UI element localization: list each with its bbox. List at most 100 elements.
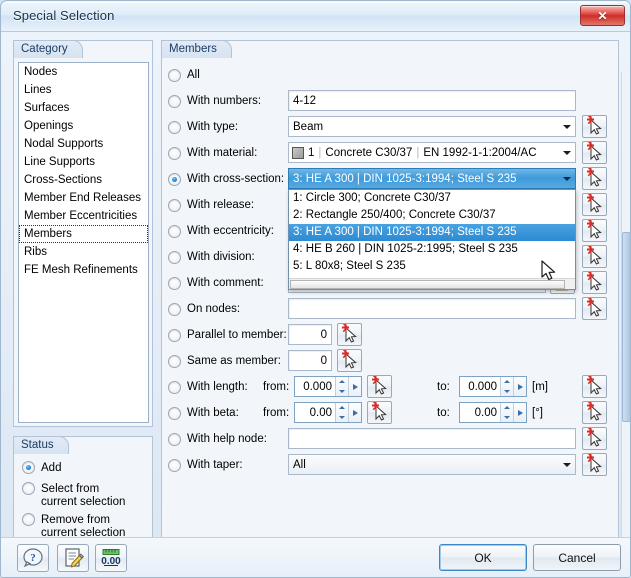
dropdown-hscrollbar[interactable]: [289, 278, 575, 289]
status-option-add[interactable]: Add: [22, 461, 61, 475]
beta-to-apply-icon[interactable]: [513, 403, 526, 422]
pick-on-nodes-button[interactable]: [582, 296, 607, 320]
pick-cross-section-button[interactable]: [582, 166, 607, 190]
chevron-down-icon[interactable]: [558, 143, 575, 162]
edit-button[interactable]: [57, 544, 89, 572]
category-item-line-supports[interactable]: Line Supports: [19, 153, 148, 171]
row-with-help-node-label-wrap[interactable]: With help node:: [168, 428, 267, 450]
close-button[interactable]: ✕: [580, 5, 625, 26]
pick-taper-button[interactable]: [582, 452, 607, 476]
category-item-cross-sections[interactable]: Cross-Sections: [19, 171, 148, 189]
beta-from-spinner[interactable]: 0.00: [294, 402, 362, 423]
length-from-spinner[interactable]: 0.000: [294, 376, 362, 397]
radio-with-cross-section[interactable]: [168, 172, 181, 186]
pick-comment-button[interactable]: [582, 270, 607, 294]
dropdown-option-3[interactable]: 3: HE A 300 | DIN 1025-3:1994; Steel S 2…: [289, 224, 575, 241]
beta-from-apply-icon[interactable]: [348, 403, 361, 422]
on-nodes-input[interactable]: [288, 298, 576, 319]
category-item-nodal-supports[interactable]: Nodal Supports: [19, 135, 148, 153]
length-from-stepper[interactable]: [335, 377, 348, 396]
length-to-spinner[interactable]: 0.000: [459, 376, 527, 397]
row-all-label-wrap[interactable]: All: [168, 64, 200, 86]
radio-with-release[interactable]: [168, 198, 181, 212]
category-item-lines[interactable]: Lines: [19, 81, 148, 99]
pick-help-node-button[interactable]: [582, 426, 607, 450]
cross-section-dropdown-list[interactable]: 1: Circle 300; Concrete C30/37 2: Rectan…: [288, 189, 576, 290]
beta-from-stepper[interactable]: [335, 403, 348, 422]
row-with-type-label-wrap[interactable]: With type:: [168, 116, 238, 138]
dropdown-option-1[interactable]: 1: Circle 300; Concrete C30/37: [289, 190, 575, 207]
radio-with-length[interactable]: [168, 380, 181, 394]
row-with-length-label-wrap[interactable]: With length:: [168, 376, 248, 398]
row-with-material-label-wrap[interactable]: With material:: [168, 142, 257, 164]
pick-type-button[interactable]: [582, 114, 607, 138]
radio-all[interactable]: [168, 68, 181, 82]
radio-with-material[interactable]: [168, 146, 181, 160]
row-with-cross-section-label-wrap[interactable]: With cross-section:: [168, 168, 284, 190]
help-node-input[interactable]: [288, 428, 576, 449]
dropdown-hscroll-thumb[interactable]: [290, 280, 565, 289]
pick-length-from-button[interactable]: [367, 374, 392, 398]
numbers-input[interactable]: 4-12: [288, 90, 576, 111]
ok-button[interactable]: OK: [439, 544, 527, 571]
radio-parallel-to-member[interactable]: [168, 328, 181, 342]
same-as-member-input[interactable]: 0: [288, 350, 332, 371]
dropdown-option-2[interactable]: 2: Rectangle 250/400; Concrete C30/37: [289, 207, 575, 224]
row-on-nodes-label-wrap[interactable]: On nodes:: [168, 298, 240, 320]
category-item-nodes[interactable]: Nodes: [19, 63, 148, 81]
row-with-beta-label-wrap[interactable]: With beta:: [168, 402, 239, 424]
status-option-remove-from-current[interactable]: Remove from current selection: [22, 513, 125, 540]
taper-combo[interactable]: All: [288, 454, 576, 475]
radio-with-beta[interactable]: [168, 406, 181, 420]
radio-remove-from-current[interactable]: [22, 513, 35, 526]
beta-to-stepper[interactable]: [500, 403, 513, 422]
radio-with-division[interactable]: [168, 250, 181, 264]
category-item-member-eccentricities[interactable]: Member Eccentricities: [19, 207, 148, 225]
pick-material-button[interactable]: [582, 140, 607, 164]
length-from-apply-icon[interactable]: [348, 377, 361, 396]
pick-length-to-button[interactable]: [582, 374, 607, 398]
pick-beta-to-button[interactable]: [582, 400, 607, 424]
row-with-release-label-wrap[interactable]: With release:: [168, 194, 254, 216]
category-item-surfaces[interactable]: Surfaces: [19, 99, 148, 117]
chevron-down-icon[interactable]: [558, 455, 575, 474]
parallel-to-member-input[interactable]: 0: [288, 324, 332, 345]
dropdown-option-4[interactable]: 4: HE B 260 | DIN 1025-2:1995; Steel S 2…: [289, 241, 575, 258]
chevron-down-icon[interactable]: [558, 169, 575, 188]
pick-beta-from-button[interactable]: [367, 400, 392, 424]
radio-with-type[interactable]: [168, 120, 181, 134]
dropdown-option-5[interactable]: 5: L 80x8; Steel S 235: [289, 258, 575, 275]
row-with-numbers-label-wrap[interactable]: With numbers:: [168, 90, 261, 112]
radio-add[interactable]: [22, 461, 35, 474]
radio-with-taper[interactable]: [168, 458, 181, 472]
dialog-scrollbar-thumb[interactable]: [622, 232, 630, 422]
cross-section-combo[interactable]: 3: HE A 300 | DIN 1025-3:1994; Steel S 2…: [288, 168, 576, 189]
row-with-division-label-wrap[interactable]: With division:: [168, 246, 255, 268]
category-list[interactable]: Nodes Lines Surfaces Openings Nodal Supp…: [18, 62, 149, 423]
pick-division-button[interactable]: [582, 244, 607, 268]
type-combo[interactable]: Beam: [288, 116, 576, 137]
category-item-openings[interactable]: Openings: [19, 117, 148, 135]
pick-release-button[interactable]: [582, 192, 607, 216]
radio-with-numbers[interactable]: [168, 94, 181, 108]
radio-with-comment[interactable]: [168, 276, 181, 290]
radio-on-nodes[interactable]: [168, 302, 181, 316]
help-button[interactable]: ?: [17, 544, 49, 572]
row-parallel-to-member-label-wrap[interactable]: Parallel to member:: [168, 324, 287, 346]
category-item-members[interactable]: Members: [19, 225, 148, 243]
cancel-button[interactable]: Cancel: [533, 544, 621, 571]
row-same-as-member-label-wrap[interactable]: Same as member:: [168, 350, 281, 372]
units-button[interactable]: 0.00: [95, 544, 127, 572]
length-to-stepper[interactable]: [500, 377, 513, 396]
pick-parallel-button[interactable]: [337, 322, 362, 346]
status-option-select-from-current[interactable]: Select from current selection: [22, 482, 125, 509]
radio-same-as-member[interactable]: [168, 354, 181, 368]
pick-same-as-button[interactable]: [337, 348, 362, 372]
category-item-member-end-releases[interactable]: Member End Releases: [19, 189, 148, 207]
pick-eccentricity-button[interactable]: [582, 218, 607, 242]
chevron-down-icon[interactable]: [558, 117, 575, 136]
category-item-fe-mesh-refinements[interactable]: FE Mesh Refinements: [19, 261, 148, 279]
row-with-comment-label-wrap[interactable]: With comment:: [168, 272, 264, 294]
row-with-eccentricity-label-wrap[interactable]: With eccentricity:: [168, 220, 274, 242]
material-combo[interactable]: 1 | Concrete C30/37 | EN 1992-1-1:2004/A…: [288, 142, 576, 163]
